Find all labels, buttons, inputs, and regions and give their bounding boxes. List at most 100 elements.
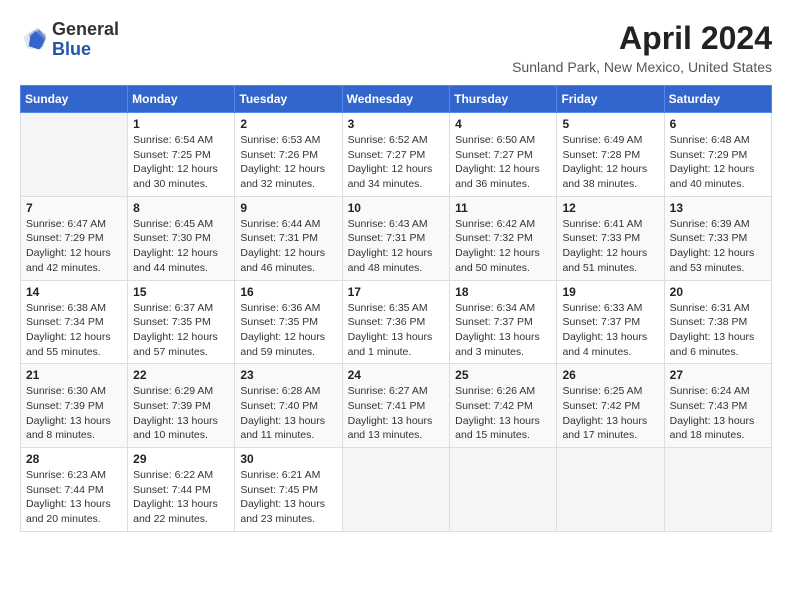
day-number: 26	[562, 368, 658, 382]
weekday-header-wednesday: Wednesday	[342, 86, 450, 113]
day-info: Sunrise: 6:28 AMSunset: 7:40 PMDaylight:…	[240, 384, 336, 443]
calendar-day-cell: 30 Sunrise: 6:21 AMSunset: 7:45 PMDaylig…	[235, 448, 342, 532]
day-number: 8	[133, 201, 229, 215]
calendar-day-cell: 17 Sunrise: 6:35 AMSunset: 7:36 PMDaylig…	[342, 280, 450, 364]
calendar-day-cell: 3 Sunrise: 6:52 AMSunset: 7:27 PMDayligh…	[342, 113, 450, 197]
day-number: 6	[670, 117, 766, 131]
calendar-day-cell: 11 Sunrise: 6:42 AMSunset: 7:32 PMDaylig…	[450, 196, 557, 280]
day-number: 14	[26, 285, 122, 299]
calendar-day-cell: 15 Sunrise: 6:37 AMSunset: 7:35 PMDaylig…	[128, 280, 235, 364]
day-info: Sunrise: 6:43 AMSunset: 7:31 PMDaylight:…	[348, 217, 445, 276]
day-info: Sunrise: 6:22 AMSunset: 7:44 PMDaylight:…	[133, 468, 229, 527]
calendar-day-cell: 9 Sunrise: 6:44 AMSunset: 7:31 PMDayligh…	[235, 196, 342, 280]
title-block: April 2024 Sunland Park, New Mexico, Uni…	[512, 20, 772, 75]
day-number: 20	[670, 285, 766, 299]
calendar-day-cell: 6 Sunrise: 6:48 AMSunset: 7:29 PMDayligh…	[664, 113, 771, 197]
calendar-day-cell	[664, 448, 771, 532]
calendar-day-cell: 1 Sunrise: 6:54 AMSunset: 7:25 PMDayligh…	[128, 113, 235, 197]
day-info: Sunrise: 6:45 AMSunset: 7:30 PMDaylight:…	[133, 217, 229, 276]
day-number: 30	[240, 452, 336, 466]
day-info: Sunrise: 6:37 AMSunset: 7:35 PMDaylight:…	[133, 301, 229, 360]
weekday-header-tuesday: Tuesday	[235, 86, 342, 113]
weekday-header-thursday: Thursday	[450, 86, 557, 113]
logo: General Blue	[20, 20, 119, 60]
day-number: 24	[348, 368, 445, 382]
calendar-day-cell: 7 Sunrise: 6:47 AMSunset: 7:29 PMDayligh…	[21, 196, 128, 280]
day-info: Sunrise: 6:39 AMSunset: 7:33 PMDaylight:…	[670, 217, 766, 276]
calendar-day-cell	[450, 448, 557, 532]
day-number: 21	[26, 368, 122, 382]
day-number: 15	[133, 285, 229, 299]
day-number: 1	[133, 117, 229, 131]
day-info: Sunrise: 6:27 AMSunset: 7:41 PMDaylight:…	[348, 384, 445, 443]
calendar-day-cell: 4 Sunrise: 6:50 AMSunset: 7:27 PMDayligh…	[450, 113, 557, 197]
day-info: Sunrise: 6:29 AMSunset: 7:39 PMDaylight:…	[133, 384, 229, 443]
day-number: 2	[240, 117, 336, 131]
day-info: Sunrise: 6:36 AMSunset: 7:35 PMDaylight:…	[240, 301, 336, 360]
calendar-week-row: 1 Sunrise: 6:54 AMSunset: 7:25 PMDayligh…	[21, 113, 772, 197]
day-number: 10	[348, 201, 445, 215]
calendar-day-cell: 12 Sunrise: 6:41 AMSunset: 7:33 PMDaylig…	[557, 196, 664, 280]
location-subtitle: Sunland Park, New Mexico, United States	[512, 59, 772, 75]
day-info: Sunrise: 6:47 AMSunset: 7:29 PMDaylight:…	[26, 217, 122, 276]
day-info: Sunrise: 6:42 AMSunset: 7:32 PMDaylight:…	[455, 217, 551, 276]
day-info: Sunrise: 6:26 AMSunset: 7:42 PMDaylight:…	[455, 384, 551, 443]
day-info: Sunrise: 6:50 AMSunset: 7:27 PMDaylight:…	[455, 133, 551, 192]
day-number: 23	[240, 368, 336, 382]
day-number: 27	[670, 368, 766, 382]
calendar-week-row: 21 Sunrise: 6:30 AMSunset: 7:39 PMDaylig…	[21, 364, 772, 448]
month-year-title: April 2024	[512, 20, 772, 57]
calendar-day-cell: 19 Sunrise: 6:33 AMSunset: 7:37 PMDaylig…	[557, 280, 664, 364]
day-info: Sunrise: 6:23 AMSunset: 7:44 PMDaylight:…	[26, 468, 122, 527]
day-number: 4	[455, 117, 551, 131]
logo-general-text: General	[52, 19, 119, 39]
calendar-day-cell: 13 Sunrise: 6:39 AMSunset: 7:33 PMDaylig…	[664, 196, 771, 280]
day-number: 13	[670, 201, 766, 215]
calendar-day-cell: 2 Sunrise: 6:53 AMSunset: 7:26 PMDayligh…	[235, 113, 342, 197]
calendar-day-cell: 27 Sunrise: 6:24 AMSunset: 7:43 PMDaylig…	[664, 364, 771, 448]
day-number: 12	[562, 201, 658, 215]
calendar-week-row: 14 Sunrise: 6:38 AMSunset: 7:34 PMDaylig…	[21, 280, 772, 364]
calendar-day-cell	[21, 113, 128, 197]
day-info: Sunrise: 6:24 AMSunset: 7:43 PMDaylight:…	[670, 384, 766, 443]
weekday-header-row: SundayMondayTuesdayWednesdayThursdayFrid…	[21, 86, 772, 113]
calendar-day-cell	[557, 448, 664, 532]
day-number: 17	[348, 285, 445, 299]
weekday-header-saturday: Saturday	[664, 86, 771, 113]
day-number: 11	[455, 201, 551, 215]
day-info: Sunrise: 6:38 AMSunset: 7:34 PMDaylight:…	[26, 301, 122, 360]
day-number: 22	[133, 368, 229, 382]
calendar-day-cell: 26 Sunrise: 6:25 AMSunset: 7:42 PMDaylig…	[557, 364, 664, 448]
calendar-week-row: 28 Sunrise: 6:23 AMSunset: 7:44 PMDaylig…	[21, 448, 772, 532]
calendar-week-row: 7 Sunrise: 6:47 AMSunset: 7:29 PMDayligh…	[21, 196, 772, 280]
calendar-day-cell: 21 Sunrise: 6:30 AMSunset: 7:39 PMDaylig…	[21, 364, 128, 448]
day-info: Sunrise: 6:21 AMSunset: 7:45 PMDaylight:…	[240, 468, 336, 527]
day-number: 18	[455, 285, 551, 299]
calendar-day-cell	[342, 448, 450, 532]
day-info: Sunrise: 6:41 AMSunset: 7:33 PMDaylight:…	[562, 217, 658, 276]
calendar-day-cell: 16 Sunrise: 6:36 AMSunset: 7:35 PMDaylig…	[235, 280, 342, 364]
day-number: 16	[240, 285, 336, 299]
day-info: Sunrise: 6:53 AMSunset: 7:26 PMDaylight:…	[240, 133, 336, 192]
logo-blue-text: Blue	[52, 39, 91, 59]
day-number: 7	[26, 201, 122, 215]
day-number: 5	[562, 117, 658, 131]
day-number: 9	[240, 201, 336, 215]
day-info: Sunrise: 6:54 AMSunset: 7:25 PMDaylight:…	[133, 133, 229, 192]
day-info: Sunrise: 6:31 AMSunset: 7:38 PMDaylight:…	[670, 301, 766, 360]
page-header: General Blue April 2024 Sunland Park, Ne…	[20, 20, 772, 75]
day-info: Sunrise: 6:44 AMSunset: 7:31 PMDaylight:…	[240, 217, 336, 276]
day-number: 29	[133, 452, 229, 466]
calendar-day-cell: 18 Sunrise: 6:34 AMSunset: 7:37 PMDaylig…	[450, 280, 557, 364]
calendar-day-cell: 14 Sunrise: 6:38 AMSunset: 7:34 PMDaylig…	[21, 280, 128, 364]
calendar-day-cell: 23 Sunrise: 6:28 AMSunset: 7:40 PMDaylig…	[235, 364, 342, 448]
calendar-day-cell: 24 Sunrise: 6:27 AMSunset: 7:41 PMDaylig…	[342, 364, 450, 448]
calendar-day-cell: 10 Sunrise: 6:43 AMSunset: 7:31 PMDaylig…	[342, 196, 450, 280]
weekday-header-monday: Monday	[128, 86, 235, 113]
day-info: Sunrise: 6:30 AMSunset: 7:39 PMDaylight:…	[26, 384, 122, 443]
calendar-day-cell: 5 Sunrise: 6:49 AMSunset: 7:28 PMDayligh…	[557, 113, 664, 197]
calendar-day-cell: 28 Sunrise: 6:23 AMSunset: 7:44 PMDaylig…	[21, 448, 128, 532]
calendar-day-cell: 20 Sunrise: 6:31 AMSunset: 7:38 PMDaylig…	[664, 280, 771, 364]
day-number: 25	[455, 368, 551, 382]
calendar-day-cell: 8 Sunrise: 6:45 AMSunset: 7:30 PMDayligh…	[128, 196, 235, 280]
